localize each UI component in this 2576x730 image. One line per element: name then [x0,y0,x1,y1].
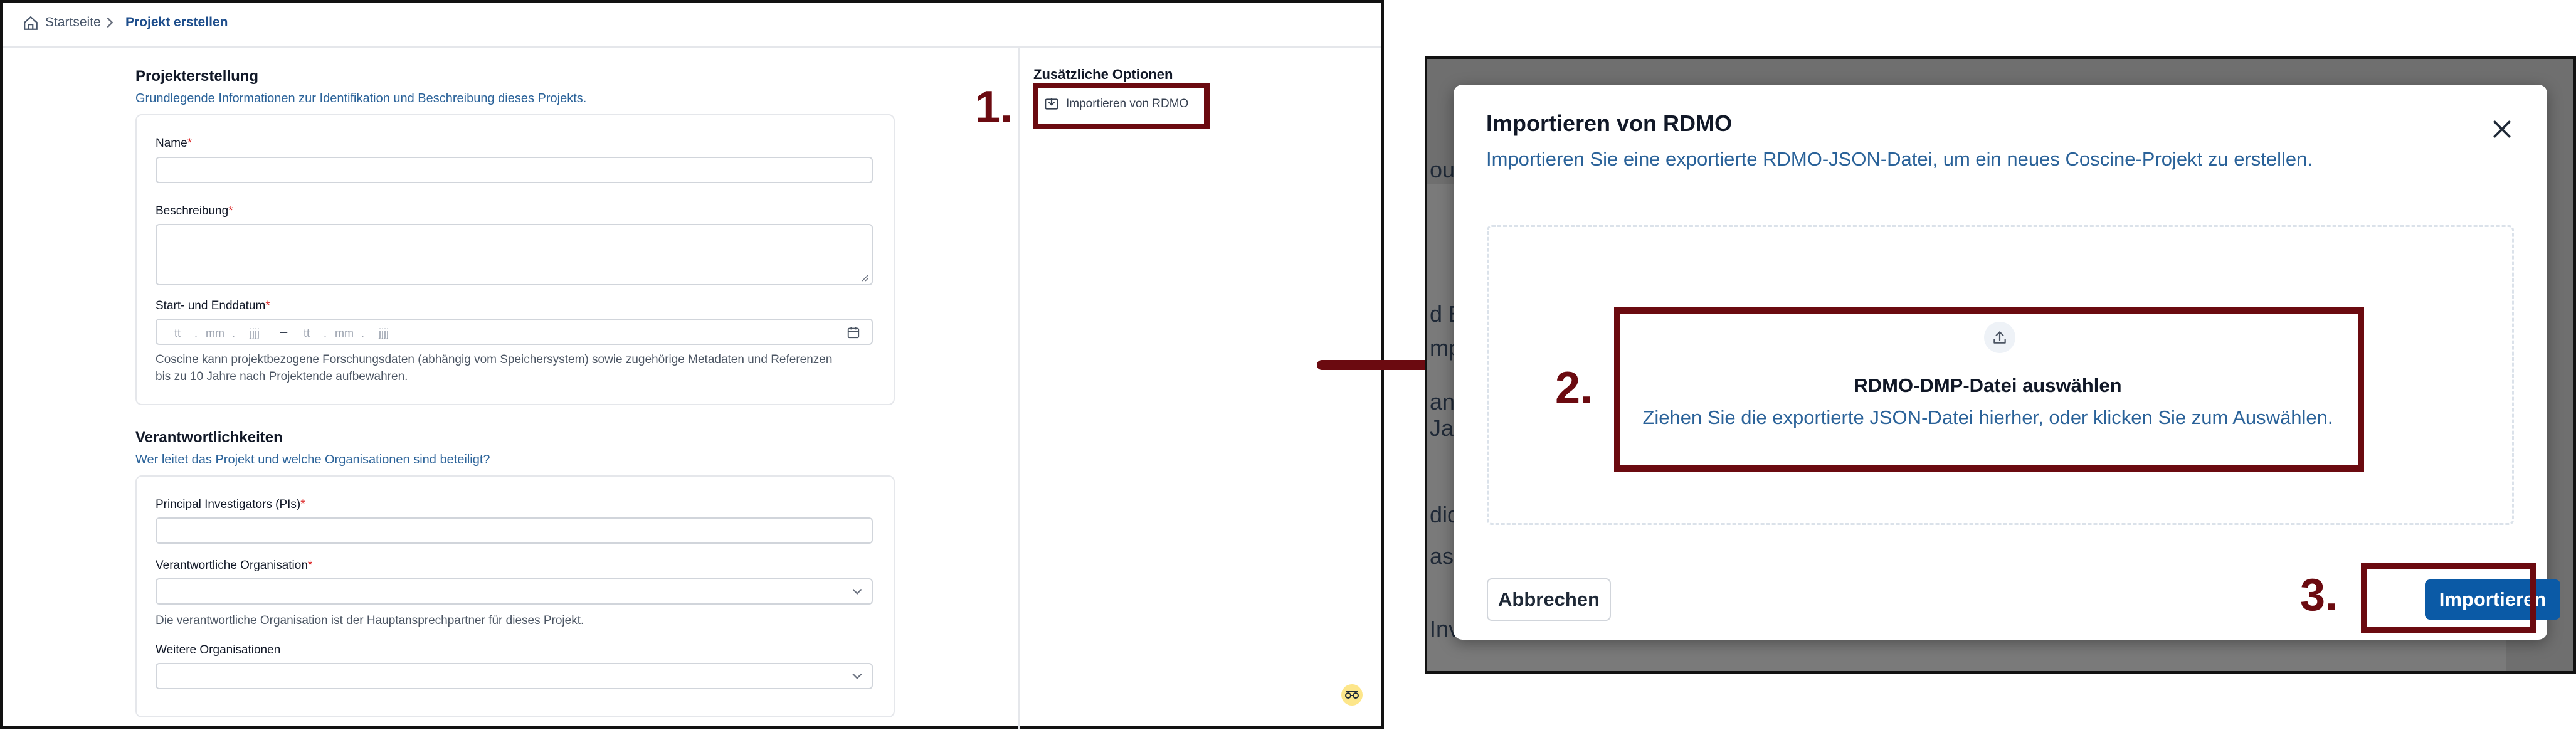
start-day[interactable]: tt [174,327,181,340]
highlight-box-step1 [1033,83,1210,129]
breadcrumb-current: Projekt erstellen [125,15,228,29]
modal-title: Importieren von RDMO [1486,110,1733,136]
highlight-box-step3 [2361,563,2536,633]
close-icon[interactable] [2489,117,2515,142]
background-text: an [1430,389,1455,415]
chevron-right-icon [107,17,113,28]
date-dot: . [194,327,198,339]
glasses-icon [1345,691,1359,699]
date-dot: . [361,327,365,339]
description-textarea[interactable] [156,224,873,285]
step-number-3: 3. [2300,570,2338,620]
chevron-down-icon [852,588,862,595]
section-desc-project: Grundlegende Informationen zur Identifik… [135,92,587,105]
end-month[interactable]: mm [335,327,354,340]
date-range-input[interactable]: tt . mm . jjjj – tt . mm . jjjj [156,319,873,345]
section-title-responsibilities: Verantwortlichkeiten [135,429,283,446]
home-icon[interactable] [23,15,39,31]
date-dot: . [232,327,236,339]
org-select[interactable] [156,578,873,605]
section-desc-responsibilities: Wer leitet das Projekt und welche Organi… [135,453,490,467]
retention-hint-line2: bis zu 10 Jahre nach Projektende aufbewa… [156,370,408,383]
helper-icon[interactable] [1341,684,1363,706]
date-dot: . [324,327,327,339]
calendar-icon[interactable] [847,325,860,339]
highlight-box-step2 [1614,307,2364,472]
step-number-1: 1. [975,82,1013,132]
modal-subtitle: Importieren Sie eine exportierte RDMO-JS… [1486,148,2313,170]
date-separator: – [280,324,288,339]
more-orgs-label: Weitere Organisationen [156,643,281,657]
resize-handle-icon[interactable] [859,272,869,282]
pi-label: Principal Investigators (PIs)* [156,498,305,511]
description-label: Beschreibung* [156,204,233,218]
step-number-2: 2. [1555,363,1593,413]
org-label: Verantwortliche Organisation* [156,559,313,572]
start-year[interactable]: jjjj [250,327,260,340]
breadcrumb-home[interactable]: Startseite [45,15,101,30]
name-input[interactable] [156,157,873,183]
pi-input[interactable] [156,517,873,544]
name-label: Name* [156,137,193,150]
sidebar-divider [1018,46,1020,729]
dates-label: Start- und Enddatum* [156,299,270,312]
cancel-button[interactable]: Abbrechen [1487,578,1611,621]
org-hint: Die verantwortliche Organisation ist der… [156,614,584,627]
end-year[interactable]: jjjj [379,327,389,340]
retention-hint-line1: Coscine kann projektbezogene Forschungsd… [156,353,833,366]
end-day[interactable]: tt [304,327,310,340]
section-title-project: Projekterstellung [135,68,259,85]
start-month[interactable]: mm [206,327,224,340]
chevron-down-icon [852,673,862,679]
more-orgs-select[interactable] [156,663,873,689]
sidebar-title: Zusätzliche Optionen [1033,66,1173,82]
